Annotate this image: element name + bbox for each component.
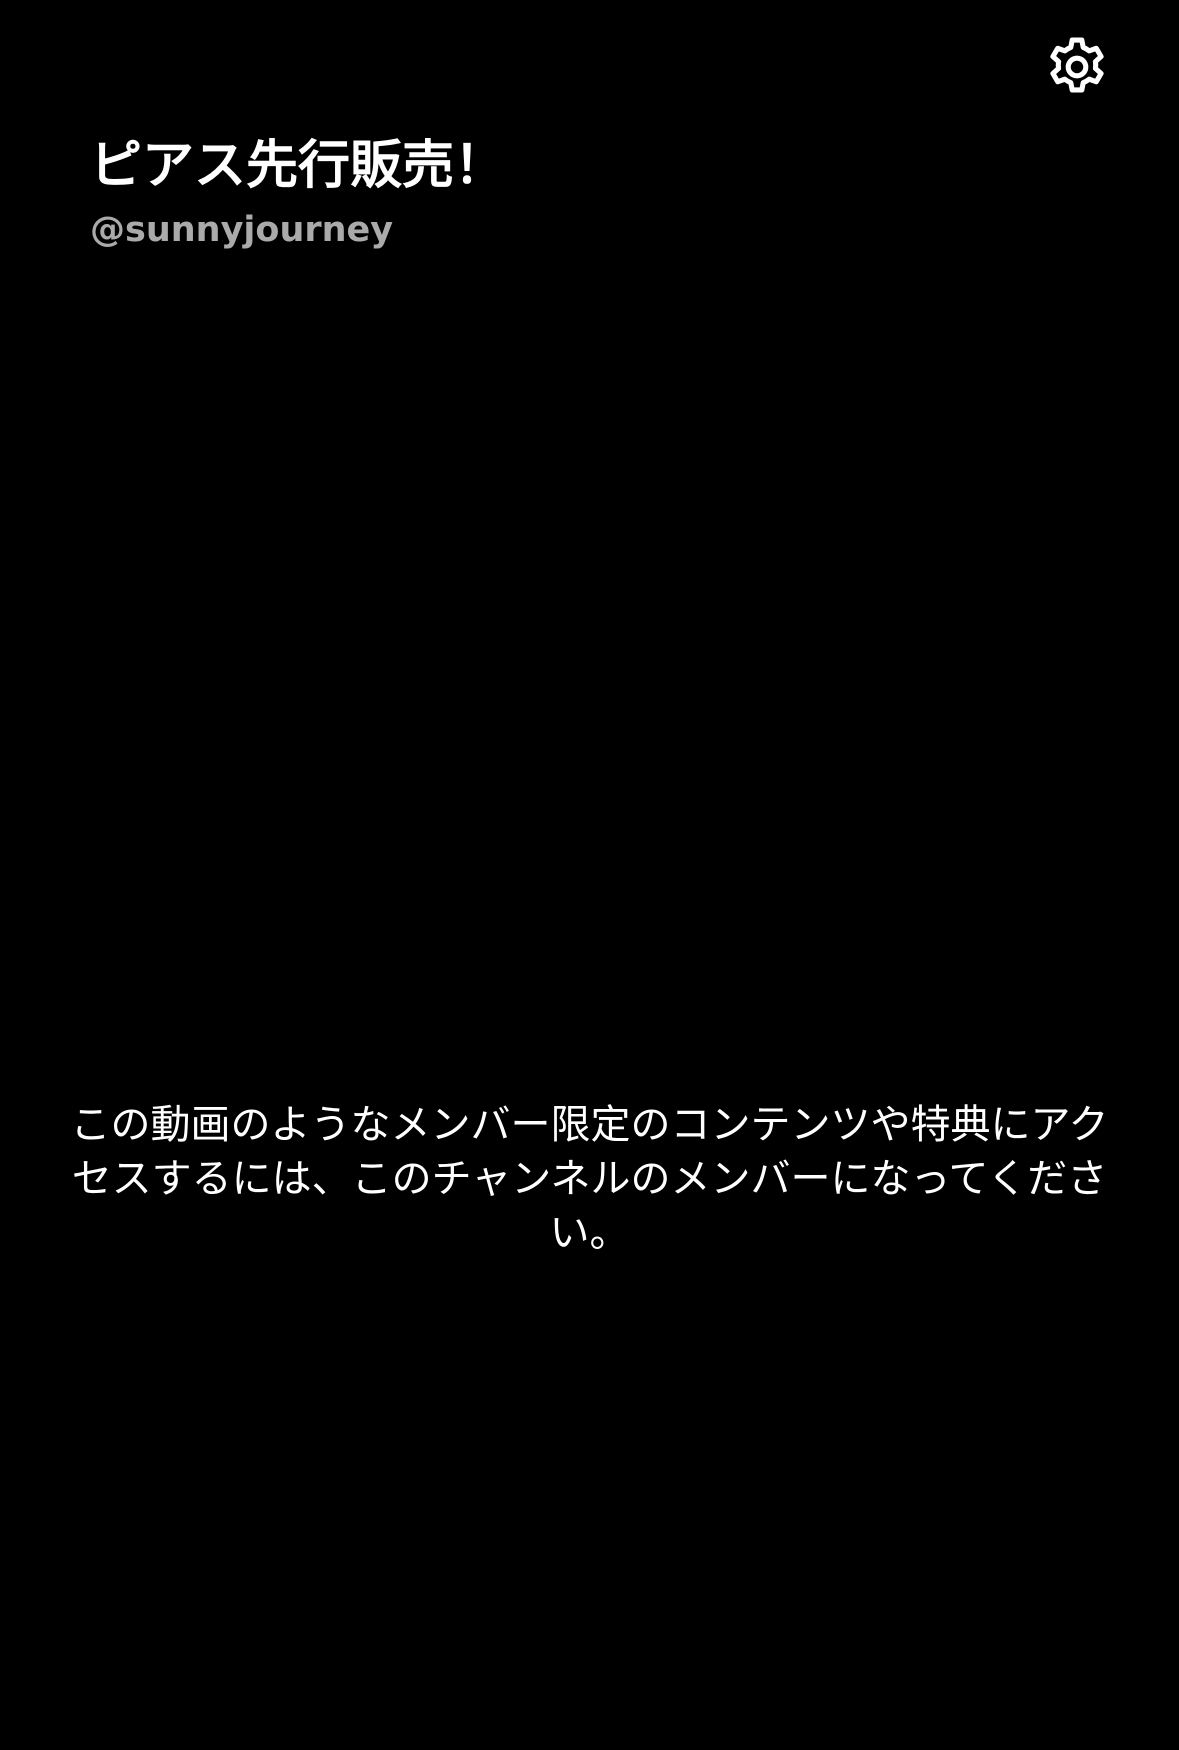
members-only-message: この動画のようなメンバー限定のコンテンツや特典にアクセスするには、このチャンネル… — [70, 1102, 1109, 1256]
video-header: ピアス先行販売！ @sunnyjourney — [90, 132, 506, 252]
channel-handle[interactable]: @sunnyjourney — [90, 208, 506, 252]
settings-button[interactable] — [1040, 30, 1114, 104]
gear-icon — [1050, 37, 1104, 93]
video-title: ピアス先行販売！ — [90, 136, 507, 196]
